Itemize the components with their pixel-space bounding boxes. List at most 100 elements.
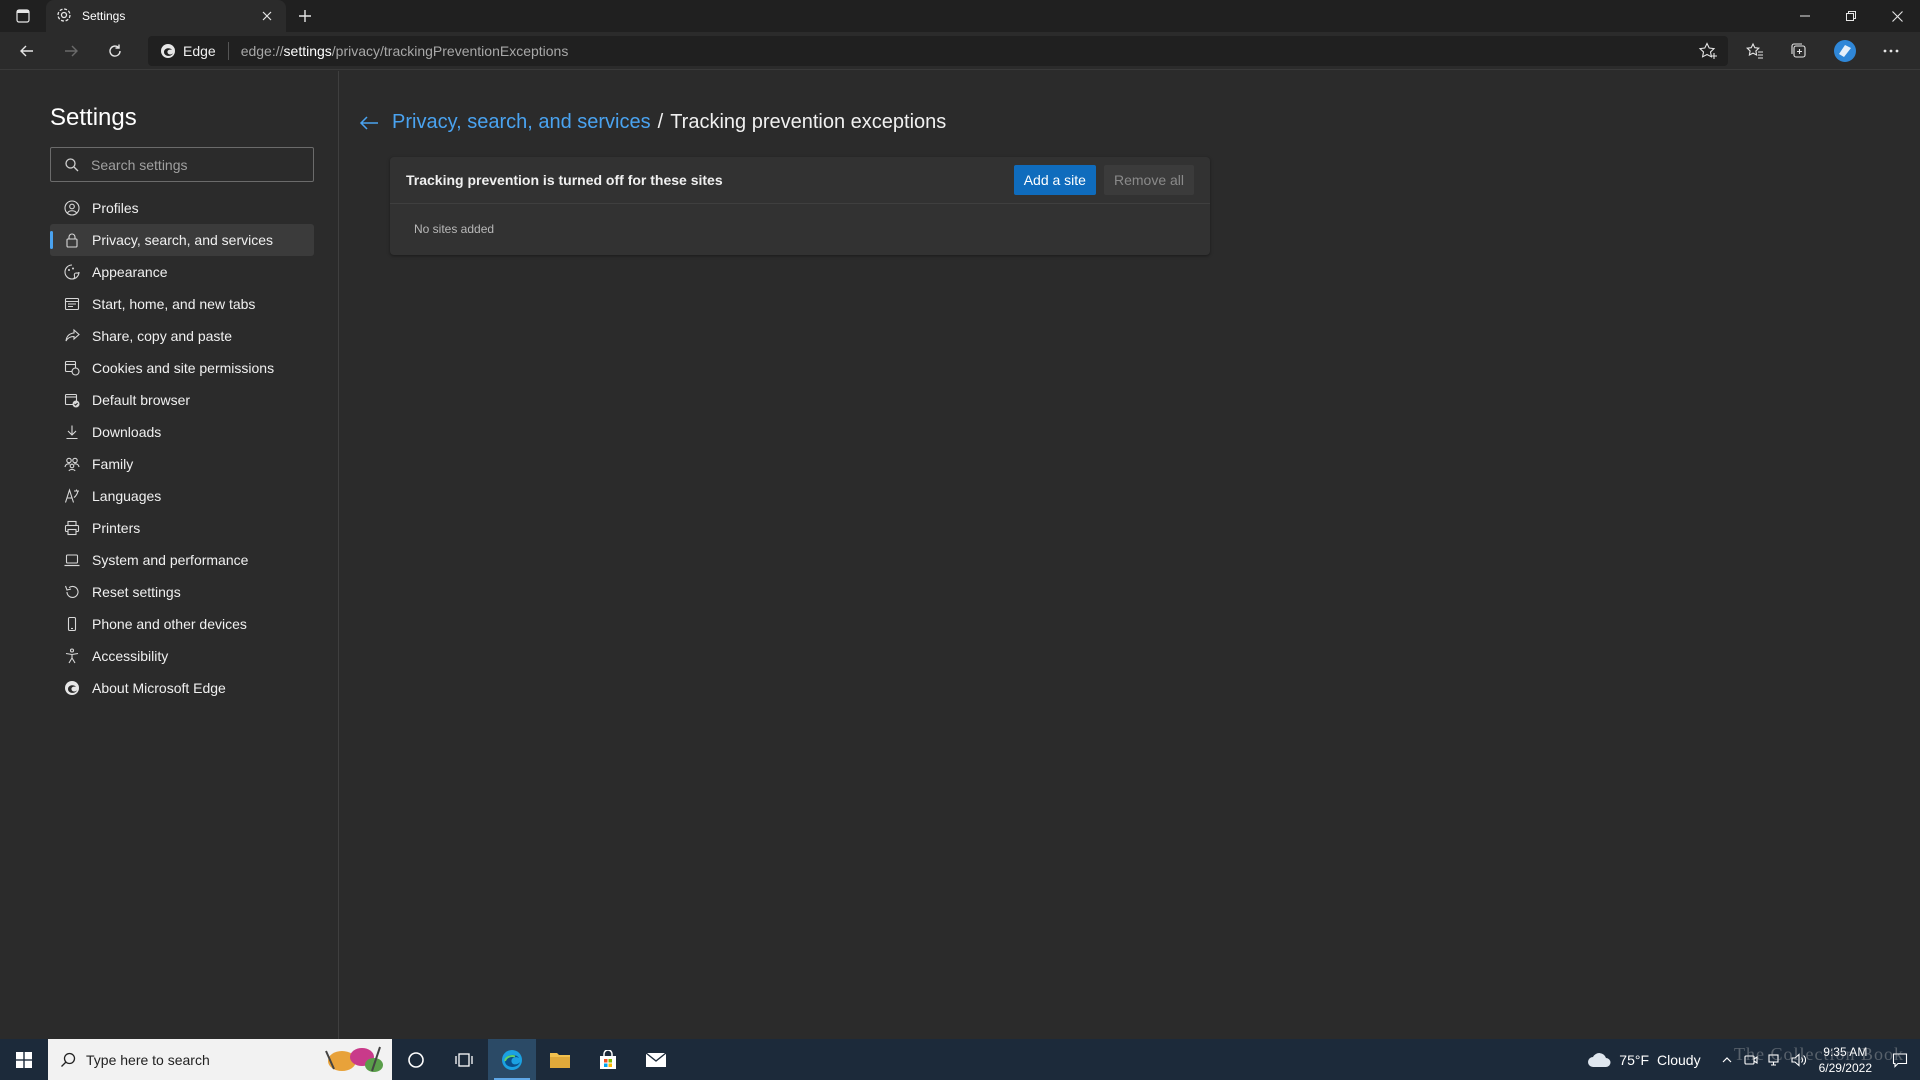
windows-logo-icon (16, 1051, 32, 1068)
favorites-icon (1746, 42, 1763, 59)
sidebar-item-label: Printers (92, 520, 141, 536)
start-page-icon (64, 296, 80, 312)
taskbar-edge[interactable] (488, 1039, 536, 1080)
default-browser-icon (64, 392, 80, 408)
profile-button[interactable] (1830, 37, 1860, 65)
sidebar-item-about-edge[interactable]: About Microsoft Edge (50, 672, 314, 704)
back-button[interactable] (12, 37, 42, 65)
close-window-button[interactable] (1874, 0, 1920, 32)
collections-button[interactable] (1784, 37, 1814, 65)
laptop-icon (64, 552, 80, 568)
appearance-icon (64, 264, 80, 280)
tab-settings[interactable]: Settings (46, 0, 286, 32)
sidebar-item-downloads[interactable]: Downloads (50, 416, 314, 448)
profile-icon (64, 200, 80, 216)
search-highlight-illustration (325, 1046, 383, 1072)
tab-actions-button[interactable] (8, 4, 38, 28)
start-button[interactable] (0, 1039, 48, 1080)
mail-icon (645, 1051, 667, 1067)
sidebar-item-accessibility[interactable]: Accessibility (50, 640, 314, 672)
family-icon (64, 456, 80, 472)
add-site-button[interactable]: Add a site (1013, 165, 1096, 195)
card-header: Tracking prevention is turned off for th… (390, 157, 1210, 204)
taskbar-file-explorer[interactable] (536, 1039, 584, 1080)
sidebar-item-privacy[interactable]: Privacy, search, and services (50, 224, 314, 256)
sidebar-item-printers[interactable]: Printers (50, 512, 314, 544)
refresh-button[interactable] (100, 37, 130, 65)
taskbar-search-placeholder: Type here to search (86, 1051, 210, 1068)
sidebar-item-label: Downloads (92, 424, 162, 440)
sidebar-item-label: Phone and other devices (92, 616, 247, 632)
taskbar-search-box[interactable]: Type here to search (48, 1039, 392, 1080)
url-text: edge://settings/privacy/trackingPreventi… (240, 43, 569, 59)
weather-widget[interactable]: 75°F Cloudy (1587, 1051, 1701, 1068)
search-settings-box[interactable] (50, 147, 314, 182)
sidebar-item-reset-settings[interactable]: Reset settings (50, 576, 314, 608)
empty-state-text: No sites added (414, 222, 495, 236)
more-icon (1883, 49, 1899, 53)
minimize-button[interactable] (1782, 0, 1828, 32)
browser-toolbar: Edge edge://settings/privacy/trackingPre… (0, 32, 1920, 70)
task-view-button[interactable] (440, 1039, 488, 1080)
avatar-icon (1834, 40, 1856, 62)
close-icon (1891, 10, 1903, 22)
sidebar-item-label: Profiles (92, 200, 139, 216)
taskbar-store[interactable] (584, 1039, 632, 1080)
cloud-icon (1588, 1052, 1611, 1067)
cortana-button[interactable] (392, 1039, 440, 1080)
refresh-icon (109, 44, 121, 57)
share-icon (64, 328, 80, 344)
sidebar-item-label: Cookies and site permissions (92, 360, 275, 376)
sidebar-item-start-home[interactable]: Start, home, and new tabs (50, 288, 314, 320)
sidebar-item-label: Reset settings (92, 584, 181, 600)
sidebar-item-default-browser[interactable]: Default browser (50, 384, 314, 416)
cortana-icon (408, 1051, 424, 1068)
sidebar-item-system-performance[interactable]: System and performance (50, 544, 314, 576)
edge-logo-icon (502, 1049, 522, 1070)
site-identity[interactable]: Edge (160, 42, 229, 60)
taskbar-mail[interactable] (632, 1039, 680, 1080)
favorites-button[interactable] (1740, 37, 1770, 65)
tab-actions-icon (16, 9, 30, 23)
weather-condition: Cloudy (1657, 1051, 1701, 1068)
sidebar-item-label: Languages (92, 488, 162, 504)
remove-all-button[interactable]: Remove all (1103, 165, 1194, 195)
forward-button[interactable] (56, 37, 86, 65)
search-icon (61, 1052, 76, 1067)
exceptions-card: Tracking prevention is turned off for th… (390, 157, 1210, 255)
more-menu-button[interactable] (1876, 37, 1906, 65)
sidebar-item-label: Default browser (92, 392, 191, 408)
back-arrow-icon[interactable] (358, 113, 380, 133)
sidebar-item-languages[interactable]: Languages (50, 480, 314, 512)
new-tab-button[interactable] (292, 4, 318, 28)
lock-icon (64, 232, 80, 248)
sidebar-item-appearance[interactable]: Appearance (50, 256, 314, 288)
add-favorite-icon[interactable] (1698, 42, 1718, 60)
plus-icon (299, 10, 311, 22)
breadcrumb-link-privacy[interactable]: Privacy, search, and services (392, 111, 651, 134)
settings-main: Privacy, search, and services / Tracking… (340, 71, 1920, 1039)
restore-button[interactable] (1828, 0, 1874, 32)
download-icon (64, 424, 80, 440)
title-bar: Settings (0, 0, 1920, 32)
sidebar-item-family[interactable]: Family (50, 448, 314, 480)
edge-logo-icon (161, 44, 175, 58)
store-icon (600, 1049, 616, 1069)
close-tab-icon[interactable] (258, 7, 276, 25)
sidebar-item-label: Privacy, search, and services (92, 232, 274, 248)
task-view-icon (455, 1052, 473, 1067)
weather-temperature: 75°F (1619, 1051, 1650, 1068)
gear-icon (56, 7, 74, 25)
collections-icon (1791, 43, 1806, 58)
search-settings-input[interactable] (91, 156, 311, 173)
sidebar-item-label: System and performance (92, 552, 249, 568)
sidebar-item-cookies[interactable]: Cookies and site permissions (50, 352, 314, 384)
site-label: Edge (183, 43, 216, 59)
sidebar-item-profiles[interactable]: Profiles (50, 192, 314, 224)
back-arrow-icon (20, 45, 33, 57)
address-bar[interactable]: Edge edge://settings/privacy/trackingPre… (148, 36, 1728, 66)
sidebar-item-phone-devices[interactable]: Phone and other devices (50, 608, 314, 640)
chevron-up-icon (1722, 1056, 1732, 1062)
sidebar-item-share-copy-paste[interactable]: Share, copy and paste (50, 320, 314, 352)
sidebar-item-label: About Microsoft Edge (92, 680, 226, 696)
